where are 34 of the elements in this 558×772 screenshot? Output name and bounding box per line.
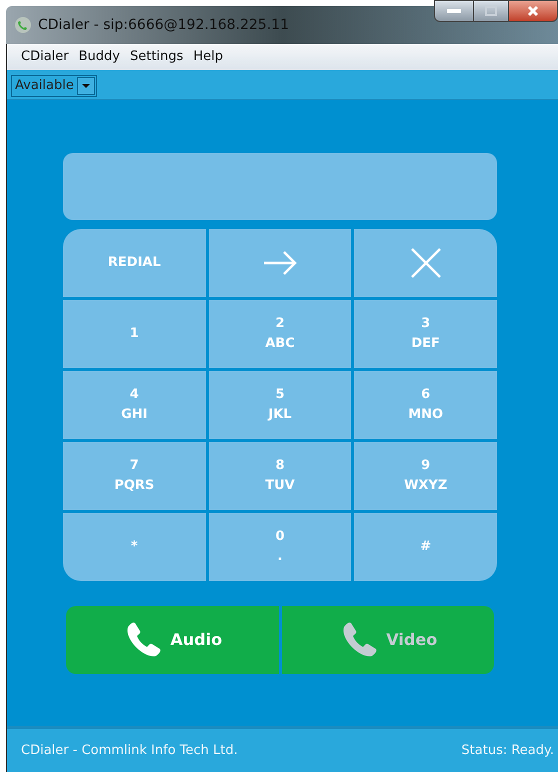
number-input-field[interactable]	[63, 153, 497, 220]
close-icon	[527, 5, 539, 17]
clear-icon	[410, 247, 442, 279]
dropdown-caret-icon	[76, 76, 95, 95]
right-arrow-icon	[262, 251, 297, 275]
window-title: CDialer - sip:6666@192.168.225.11	[38, 16, 289, 34]
minimize-icon	[447, 9, 461, 13]
dial-key[interactable]: *	[63, 513, 206, 581]
dial-key[interactable]: 3 DEF	[354, 300, 497, 368]
menu-item[interactable]: Settings	[128, 47, 186, 67]
presence-value: Available	[14, 77, 75, 95]
dial-key[interactable]: #	[354, 513, 497, 581]
dial-key[interactable]: 9 WXYZ	[354, 442, 497, 510]
menu-item[interactable]: Help	[191, 47, 225, 67]
menu-item[interactable]: Buddy	[76, 47, 122, 67]
redial-button[interactable]: REDIAL	[63, 229, 206, 297]
dial-key[interactable]: 2 ABC	[208, 300, 352, 368]
maximize-button[interactable]	[474, 0, 508, 22]
dial-key[interactable]: 1	[63, 300, 206, 368]
minimize-button[interactable]	[434, 0, 474, 22]
dial-key[interactable]: 6 MNO	[354, 371, 497, 439]
status-bar-text: CDialer - Commlink Info Tech Ltd.	[21, 742, 238, 760]
dial-key[interactable]: 7 PQRS	[63, 442, 206, 510]
status-text: Status: Ready.	[461, 742, 554, 760]
app-logo-icon	[14, 16, 32, 34]
menu-item[interactable]: CDialer	[19, 47, 71, 67]
audio-call-button[interactable]: Audio	[66, 606, 278, 674]
close-button[interactable]	[508, 0, 558, 22]
dial-key[interactable]: 0 .	[208, 513, 352, 581]
dial-key[interactable]: 5 JKL	[208, 371, 352, 439]
dial-key[interactable]: 8 TUV	[208, 442, 352, 510]
presence-dropdown[interactable]: Available	[11, 74, 97, 97]
maximize-icon	[485, 6, 497, 16]
dial-key[interactable]: 4 GHI	[63, 371, 206, 439]
